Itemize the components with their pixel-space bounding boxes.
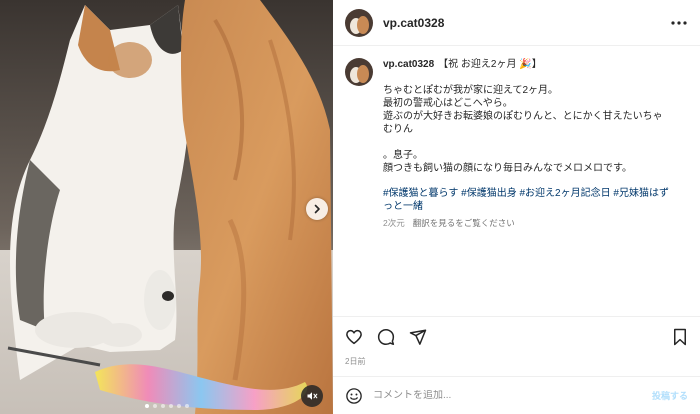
caption-avatar[interactable] xyxy=(345,58,373,86)
carousel-dot xyxy=(184,404,189,408)
cat-video-frame xyxy=(0,0,333,414)
save-button[interactable] xyxy=(672,328,688,346)
mute-toggle-button[interactable] xyxy=(301,385,323,407)
carousel-dot xyxy=(176,404,181,408)
see-translation-link[interactable]: 翻訳を見るをご覧ください xyxy=(413,217,515,230)
caption-line: 遊ぶのが大好きお転婆娘のぽむりんと、とにかく甘えたいちゃ xyxy=(383,111,663,122)
action-bar xyxy=(333,316,700,356)
hashtag-link[interactable]: っと一緒 xyxy=(383,200,688,213)
heart-icon xyxy=(346,329,362,344)
caption-section: vp.cat0328 【祝 お迎え2ヶ月 🎉】 ちゃむとぽむが我が家に迎えて2ヶ月… xyxy=(333,46,700,312)
speaker-muted-icon xyxy=(307,392,318,400)
caption-line: むりん xyxy=(383,124,413,135)
carousel-dot xyxy=(160,404,165,408)
comment-icon xyxy=(377,328,395,345)
hashtag-link[interactable]: #保護猫と暮らす #保護猫出身 #お迎え2ヶ月記念日 #兄妹猫はず xyxy=(383,187,688,200)
like-button[interactable] xyxy=(345,328,363,346)
more-options-button[interactable] xyxy=(670,20,688,26)
hashtag-list: #保護猫と暮らす #保護猫出身 #お迎え2ヶ月記念日 #兄妹猫はず っと一緒 xyxy=(383,187,688,213)
post-media[interactable] xyxy=(0,0,333,414)
caption-title: 【祝 お迎え2ヶ月 🎉】 xyxy=(438,59,542,70)
caption-username[interactable]: vp.cat0328 xyxy=(383,59,434,70)
caption-age: 2次元 xyxy=(383,218,405,228)
comment-composer: 投稿する xyxy=(333,376,700,414)
caption-text: vp.cat0328 【祝 お迎え2ヶ月 🎉】 ちゃむとぽむが我が家に迎えて2ヶ月… xyxy=(383,58,688,312)
avatar[interactable] xyxy=(345,8,373,37)
caption-meta: 2次元 翻訳を見るをご覧ください xyxy=(383,217,688,230)
caption-header: vp.cat0328 【祝 お迎え2ヶ月 🎉】 xyxy=(383,58,688,71)
post-side-panel: vp.cat0328 vp.cat0328 【祝 お迎え2ヶ月 🎉】 ちゃむとぽ… xyxy=(333,0,700,414)
post-modal: vp.cat0328 vp.cat0328 【祝 お迎え2ヶ月 🎉】 ちゃむとぽ… xyxy=(0,0,700,414)
more-horizontal-icon xyxy=(671,20,687,25)
post-timestamp[interactable]: 2日前 xyxy=(333,356,700,376)
carousel-dot xyxy=(144,404,149,408)
comment-button[interactable] xyxy=(377,328,395,346)
send-icon xyxy=(409,329,427,345)
emoji-icon xyxy=(346,387,362,404)
carousel-indicator xyxy=(0,404,333,408)
carousel-dot xyxy=(168,404,173,408)
post-comment-button[interactable]: 投稿する xyxy=(652,389,688,402)
emoji-button[interactable] xyxy=(345,387,363,405)
post-header: vp.cat0328 xyxy=(333,0,700,46)
carousel-dot xyxy=(152,404,157,408)
caption-line: 最初の警戒心はどこへやら。 xyxy=(383,98,513,109)
caption-line: 顔つきも飼い猫の顔になり毎日みんなでメロメロです。 xyxy=(383,163,632,174)
caption-line: ちゃむとぽむが我が家に迎えて2ヶ月。 xyxy=(383,85,559,96)
chevron-right-icon xyxy=(314,204,320,214)
header-username[interactable]: vp.cat0328 xyxy=(383,16,444,30)
caption-line: 。息子。 xyxy=(383,150,423,161)
comment-input[interactable] xyxy=(373,390,642,401)
carousel-next-button[interactable] xyxy=(306,198,328,220)
share-button[interactable] xyxy=(409,328,427,346)
bookmark-icon xyxy=(674,328,686,345)
